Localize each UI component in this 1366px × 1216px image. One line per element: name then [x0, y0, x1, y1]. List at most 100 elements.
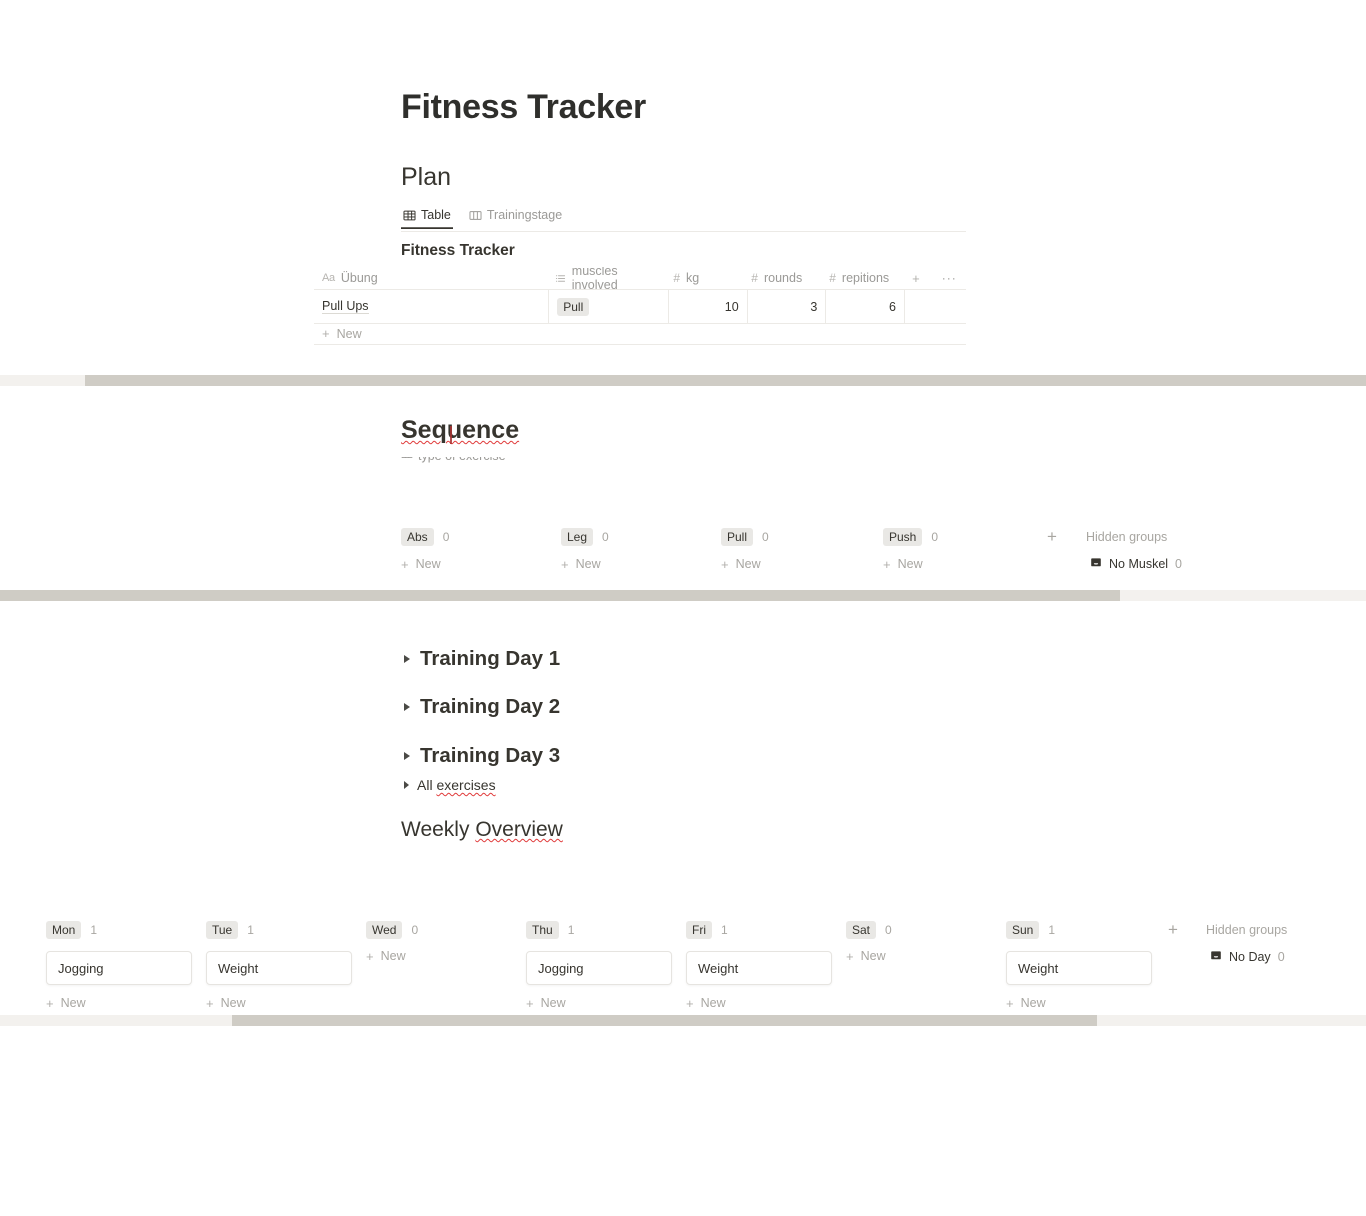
toggle-training-day-1[interactable]: Training Day 1 — [404, 647, 560, 671]
column-header-ubung[interactable]: Aa Übung — [314, 267, 547, 289]
weekly-new-card-button[interactable]: + New — [46, 996, 192, 1010]
weekly-card[interactable]: Weight — [206, 951, 352, 985]
board-group-header[interactable]: Pull 0 — [721, 527, 769, 547]
scrollbar-thumb[interactable] — [232, 1015, 1097, 1026]
weekly-card[interactable]: Jogging — [526, 951, 672, 985]
cell-trailing-blank — [905, 290, 966, 323]
weekly-group-count: 0 — [885, 923, 892, 937]
weekly-group-header[interactable]: Mon 1 — [46, 920, 192, 940]
cell-ubung-value[interactable]: Pull Ups — [322, 299, 369, 314]
weekly-heading-misspelled: Overview — [475, 818, 563, 841]
weekly-overview-heading: Weekly Overview — [401, 818, 563, 842]
weekly-new-card-label: New — [540, 996, 566, 1010]
column-header-muscles[interactable]: muscles involved — [547, 267, 666, 289]
weekly-group-fri: Fri 1 Weight + New — [686, 920, 832, 1010]
tab-table[interactable]: Table — [401, 206, 453, 229]
hidden-group-label: No Muskel — [1109, 556, 1169, 571]
plan-table: Aa Übung muscles involved # kg # rounds … — [314, 267, 966, 324]
board-new-card-button[interactable]: + New — [561, 557, 609, 571]
table-new-row-button[interactable]: + New — [314, 323, 966, 345]
table-row[interactable]: Pull Ups Pull 10 3 6 — [314, 290, 966, 324]
weekly-new-card-button[interactable]: + New — [686, 996, 832, 1010]
hidden-group-no-muskel[interactable]: No Muskel 0 — [1090, 556, 1182, 571]
weekly-new-card-button[interactable]: + New — [846, 949, 892, 963]
table-more-options-button[interactable]: ··· — [933, 267, 966, 289]
weekly-group-label: Fri — [686, 921, 712, 939]
chevron-right-icon[interactable] — [404, 655, 410, 663]
toggle-label-plain: All — [417, 777, 437, 793]
toggle-training-day-3[interactable]: Training Day 3 — [404, 744, 560, 768]
column-header-kg[interactable]: # kg — [665, 267, 743, 289]
weekly-group-label: Sun — [1006, 921, 1040, 939]
ellipsis-icon: ··· — [941, 271, 957, 285]
column-header-repitions[interactable]: # repitions — [821, 267, 899, 289]
board-new-card-label: New — [575, 557, 601, 571]
weekly-card[interactable]: Jogging — [46, 951, 192, 985]
tab-trainingstage[interactable]: Trainingstage — [467, 206, 564, 229]
plus-icon: + — [1006, 995, 1014, 1011]
board-new-card-label: New — [415, 557, 441, 571]
chevron-right-icon[interactable] — [404, 781, 409, 789]
chevron-right-icon[interactable] — [404, 752, 410, 760]
horizontal-scrollbar-plan[interactable] — [0, 375, 1366, 386]
scrollbar-thumb[interactable] — [0, 590, 1120, 601]
board-group-label: Abs — [401, 528, 434, 546]
weekly-group-header[interactable]: Tue 1 — [206, 920, 352, 940]
cell-repitions[interactable]: 6 — [826, 290, 905, 323]
database-title: Fitness Tracker — [401, 242, 515, 259]
weekly-group-count: 1 — [90, 923, 98, 937]
weekly-new-card-button[interactable]: + New — [1006, 996, 1152, 1010]
board-group-label: Leg — [561, 528, 594, 546]
add-column-button[interactable]: + — [899, 267, 932, 289]
column-header-rounds[interactable]: # rounds — [743, 267, 821, 289]
add-board-group-button[interactable]: + — [1047, 528, 1057, 545]
board-group-label: Pull — [721, 528, 754, 546]
toggle-all-exercises[interactable]: All exercises — [404, 777, 496, 793]
number-type-icon: # — [829, 271, 836, 285]
cell-ubung[interactable]: Pull Ups — [314, 290, 550, 323]
toggle-training-day-2[interactable]: Training Day 2 — [404, 695, 560, 719]
weekly-card[interactable]: Weight — [1006, 951, 1152, 985]
sequence-view-tab-clipped[interactable]: type of exercise — [401, 457, 581, 467]
cell-muscles[interactable]: Pull — [549, 290, 670, 323]
weekly-group-header[interactable]: Wed 0 — [366, 920, 418, 940]
weekly-group-header[interactable]: Sun 1 — [1006, 920, 1152, 940]
weekly-group-label: Sat — [846, 921, 877, 939]
horizontal-scrollbar-weekly[interactable] — [0, 1015, 1366, 1026]
number-type-icon: # — [673, 271, 681, 285]
table-grid-icon — [403, 209, 416, 222]
weekly-group-header[interactable]: Thu 1 — [526, 920, 672, 940]
hidden-group-no-day[interactable]: No Day 0 — [1210, 949, 1285, 964]
weekly-new-card-button[interactable]: + New — [206, 996, 352, 1010]
board-new-card-button[interactable]: + New — [883, 557, 938, 571]
scrollbar-thumb[interactable] — [85, 375, 1366, 386]
column-header-muscles-label: muscles involved — [571, 267, 618, 289]
board-group-label: Push — [883, 528, 923, 546]
weekly-card[interactable]: Weight — [686, 951, 832, 985]
view-tabs: Table Trainingstage — [401, 206, 564, 229]
weekly-group-mon: Mon 1 Jogging + New — [46, 920, 192, 1010]
column-header-repitions-label: repitions — [841, 271, 890, 285]
weekly-group-header[interactable]: Sat 0 — [846, 920, 892, 940]
weekly-new-card-button[interactable]: + New — [366, 949, 418, 963]
add-weekly-group-button[interactable]: + — [1168, 921, 1178, 938]
board-group-header[interactable]: Leg 0 — [561, 527, 609, 547]
cell-rounds[interactable]: 3 — [748, 290, 827, 323]
column-header-rounds-label: rounds — [763, 271, 803, 285]
board-group-header[interactable]: Abs 0 — [401, 527, 449, 547]
board-group-header[interactable]: Push 0 — [883, 527, 938, 547]
weekly-group-header[interactable]: Fri 1 — [686, 920, 832, 940]
board-new-card-button[interactable]: + New — [401, 557, 449, 571]
tab-trainingstage-label: Trainingstage — [486, 208, 563, 222]
hidden-groups-label: Hidden groups — [1206, 923, 1288, 937]
plus-icon: + — [526, 995, 534, 1011]
board-group-count: 0 — [762, 530, 769, 544]
horizontal-scrollbar-sequence[interactable] — [0, 590, 1366, 601]
column-header-ubung-label: Übung — [340, 271, 378, 285]
chevron-right-icon[interactable] — [404, 703, 410, 711]
weekly-new-card-button[interactable]: + New — [526, 996, 672, 1010]
plus-icon: + — [322, 326, 330, 341]
weekly-group-count: 1 — [1048, 923, 1056, 937]
cell-kg[interactable]: 10 — [669, 290, 748, 323]
board-new-card-button[interactable]: + New — [721, 557, 769, 571]
